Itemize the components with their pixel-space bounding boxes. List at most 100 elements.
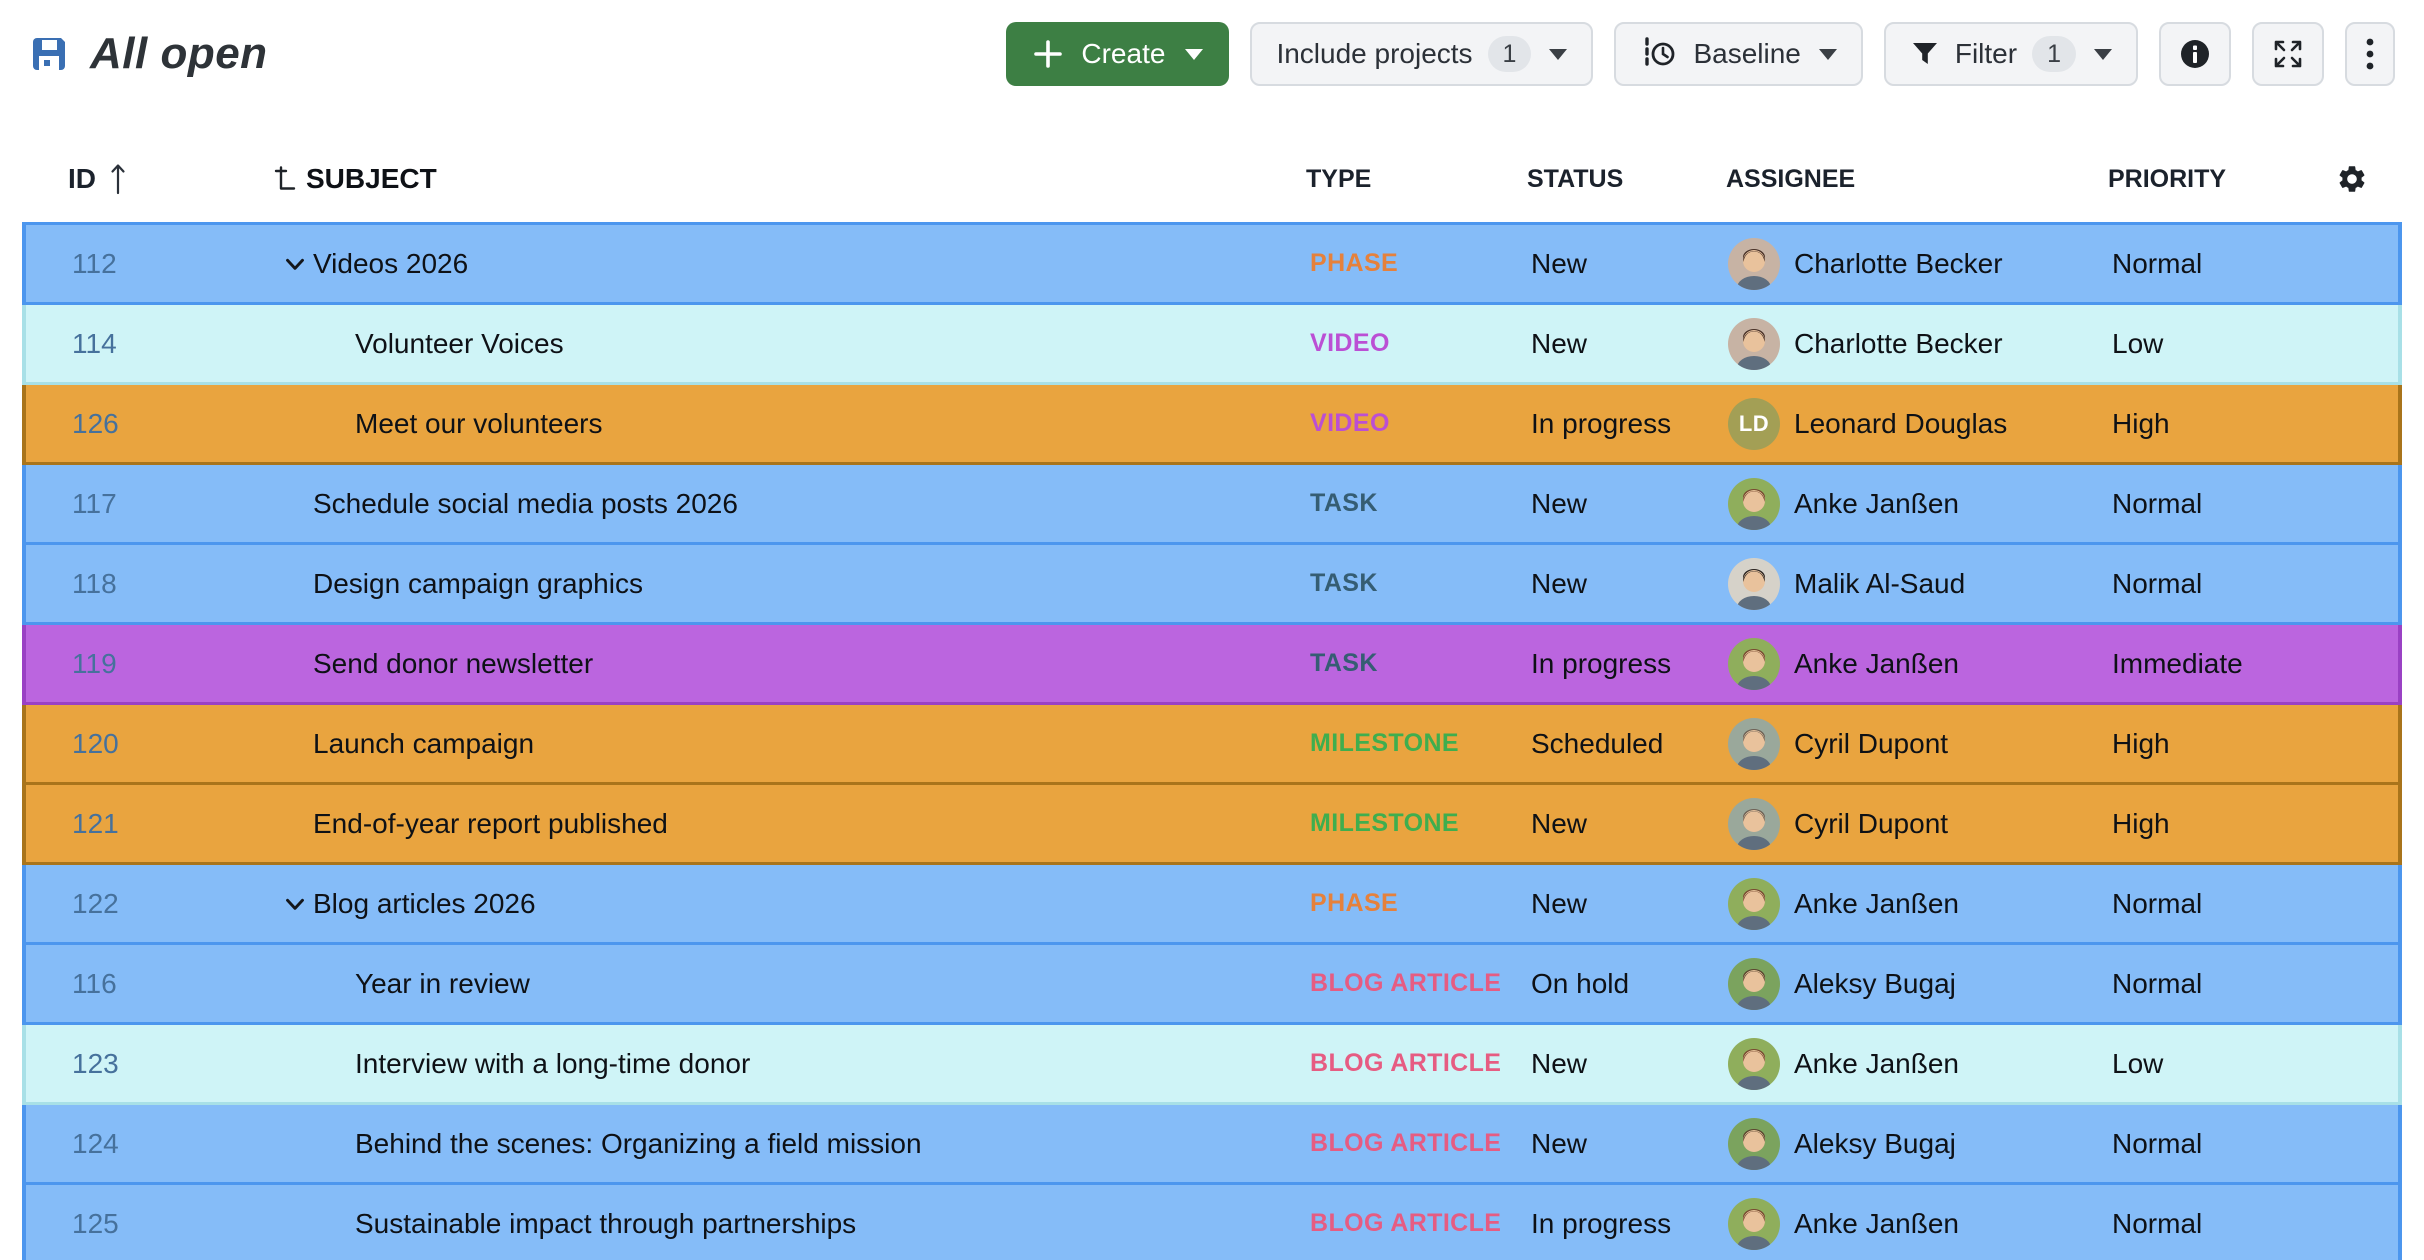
- row-subject[interactable]: Design campaign graphics: [313, 568, 643, 600]
- assignee-name[interactable]: Charlotte Becker: [1794, 328, 2003, 360]
- row-type[interactable]: BLOG ARTICLE: [1300, 1105, 1521, 1182]
- table-settings-gear-icon[interactable]: [2322, 163, 2402, 195]
- table-row[interactable]: 123Interview with a long-time donorBLOG …: [22, 1025, 2402, 1105]
- table-row[interactable]: 112Videos 2026PHASENewCharlotte BeckerNo…: [22, 225, 2402, 305]
- row-assignee[interactable]: Anke Janßen: [1720, 865, 2102, 942]
- assignee-name[interactable]: Charlotte Becker: [1794, 248, 2003, 280]
- table-row[interactable]: 122Blog articles 2026PHASENewAnke Janßen…: [22, 865, 2402, 945]
- row-id[interactable]: 121: [26, 785, 266, 862]
- assignee-name[interactable]: Anke Janßen: [1794, 488, 1959, 520]
- column-header-status[interactable]: STATUS: [1517, 165, 1716, 194]
- row-assignee[interactable]: Anke Janßen: [1720, 1185, 2102, 1260]
- row-id[interactable]: 126: [26, 385, 266, 462]
- row-priority[interactable]: Low: [2102, 1025, 2326, 1102]
- row-priority[interactable]: Low: [2102, 305, 2326, 382]
- table-row[interactable]: 116 Year in review BLOG ARTICLEOn hold Alek…: [22, 945, 2402, 1025]
- row-id[interactable]: 119: [26, 625, 266, 702]
- row-status[interactable]: In progress: [1521, 1185, 1720, 1260]
- row-status[interactable]: In progress: [1521, 385, 1720, 462]
- table-row[interactable]: 119 Send donor newsletter TASKIn progress A…: [22, 625, 2402, 705]
- row-id[interactable]: 114: [26, 305, 266, 382]
- row-assignee[interactable]: Cyril Dupont: [1720, 785, 2102, 862]
- assignee-name[interactable]: Aleksy Bugaj: [1794, 1128, 1956, 1160]
- row-status[interactable]: New: [1521, 785, 1720, 862]
- row-priority[interactable]: Normal: [2102, 1185, 2326, 1260]
- row-priority[interactable]: High: [2102, 785, 2326, 862]
- row-type[interactable]: BLOG ARTICLE: [1300, 945, 1521, 1022]
- assignee-name[interactable]: Aleksy Bugaj: [1794, 968, 1956, 1000]
- row-id[interactable]: 123: [26, 1025, 266, 1102]
- row-id[interactable]: 120: [26, 705, 266, 782]
- table-row[interactable]: 125Sustainable impact through partnershi…: [22, 1185, 2402, 1260]
- row-status[interactable]: New: [1521, 545, 1720, 622]
- assignee-name[interactable]: Malik Al-Saud: [1794, 568, 1965, 600]
- row-priority[interactable]: Normal: [2102, 225, 2326, 302]
- row-status[interactable]: In progress: [1521, 625, 1720, 702]
- row-subject[interactable]: Send donor newsletter: [313, 648, 593, 680]
- row-id[interactable]: 116: [26, 945, 266, 1022]
- row-priority[interactable]: Normal: [2102, 465, 2326, 542]
- row-subject[interactable]: Launch campaign: [313, 728, 534, 760]
- row-subject[interactable]: Year in review: [355, 968, 530, 1000]
- column-header-subject[interactable]: SUBJECT: [262, 163, 1296, 195]
- row-status[interactable]: On hold: [1521, 945, 1720, 1022]
- row-assignee[interactable]: Anke Janßen: [1720, 465, 2102, 542]
- row-status[interactable]: New: [1521, 465, 1720, 542]
- row-subject[interactable]: End-of-year report published: [313, 808, 668, 840]
- table-row[interactable]: 126Meet our volunteersVIDEOIn progressLD…: [22, 385, 2402, 465]
- row-status[interactable]: New: [1521, 1105, 1720, 1182]
- row-priority[interactable]: Normal: [2102, 545, 2326, 622]
- row-status[interactable]: Scheduled: [1521, 705, 1720, 782]
- row-assignee[interactable]: Anke Janßen: [1720, 625, 2102, 702]
- row-priority[interactable]: Normal: [2102, 865, 2326, 942]
- row-type[interactable]: BLOG ARTICLE: [1300, 1185, 1521, 1260]
- assignee-name[interactable]: Cyril Dupont: [1794, 728, 1948, 760]
- row-type[interactable]: TASK: [1300, 545, 1521, 622]
- row-type[interactable]: TASK: [1300, 465, 1521, 542]
- row-subject[interactable]: Meet our volunteers: [355, 408, 602, 440]
- filter-button[interactable]: Filter 1: [1884, 22, 2138, 86]
- collapse-chevron-icon[interactable]: [277, 246, 313, 282]
- row-type[interactable]: MILESTONE: [1300, 705, 1521, 782]
- table-row[interactable]: 120 Launch campaign MILESTONEScheduled Cyri…: [22, 705, 2402, 785]
- row-status[interactable]: New: [1521, 305, 1720, 382]
- baseline-button[interactable]: Baseline: [1614, 22, 1862, 86]
- row-assignee[interactable]: Malik Al-Saud: [1720, 545, 2102, 622]
- row-priority[interactable]: Normal: [2102, 945, 2326, 1022]
- column-header-priority[interactable]: PRIORITY: [2098, 165, 2322, 194]
- info-button[interactable]: [2159, 22, 2231, 86]
- save-view-icon[interactable]: [30, 35, 68, 73]
- row-assignee[interactable]: LDLeonard Douglas: [1720, 385, 2102, 462]
- row-subject[interactable]: Volunteer Voices: [355, 328, 564, 360]
- row-type[interactable]: VIDEO: [1300, 305, 1521, 382]
- row-status[interactable]: New: [1521, 225, 1720, 302]
- row-assignee[interactable]: Cyril Dupont: [1720, 705, 2102, 782]
- fullscreen-button[interactable]: [2252, 22, 2324, 86]
- row-id[interactable]: 117: [26, 465, 266, 542]
- table-row[interactable]: 121 End-of-year report published MILESTONE…: [22, 785, 2402, 865]
- row-id[interactable]: 124: [26, 1105, 266, 1182]
- row-type[interactable]: MILESTONE: [1300, 785, 1521, 862]
- column-header-id[interactable]: ID: [22, 162, 262, 196]
- row-id[interactable]: 125: [26, 1185, 266, 1260]
- table-row[interactable]: 118Design campaign graphicsTASKNewMalik …: [22, 545, 2402, 625]
- collapse-chevron-icon[interactable]: [277, 886, 313, 922]
- row-priority[interactable]: Immediate: [2102, 625, 2326, 702]
- row-id[interactable]: 112: [26, 225, 266, 302]
- assignee-name[interactable]: Anke Janßen: [1794, 1208, 1959, 1240]
- row-id[interactable]: 122: [26, 865, 266, 942]
- column-header-type[interactable]: TYPE: [1296, 165, 1517, 194]
- table-row[interactable]: 114 Volunteer Voices VIDEONew Charlotte Bec…: [22, 305, 2402, 385]
- create-button[interactable]: Create: [1006, 22, 1229, 86]
- row-subject[interactable]: Videos 2026: [313, 248, 468, 280]
- assignee-name[interactable]: Anke Janßen: [1794, 1048, 1959, 1080]
- row-type[interactable]: PHASE: [1300, 865, 1521, 942]
- assignee-name[interactable]: Leonard Douglas: [1794, 408, 2007, 440]
- row-priority[interactable]: High: [2102, 705, 2326, 782]
- row-assignee[interactable]: Charlotte Becker: [1720, 305, 2102, 382]
- assignee-name[interactable]: Cyril Dupont: [1794, 808, 1948, 840]
- row-assignee[interactable]: Aleksy Bugaj: [1720, 1105, 2102, 1182]
- assignee-name[interactable]: Anke Janßen: [1794, 648, 1959, 680]
- row-status[interactable]: New: [1521, 1025, 1720, 1102]
- row-type[interactable]: TASK: [1300, 625, 1521, 702]
